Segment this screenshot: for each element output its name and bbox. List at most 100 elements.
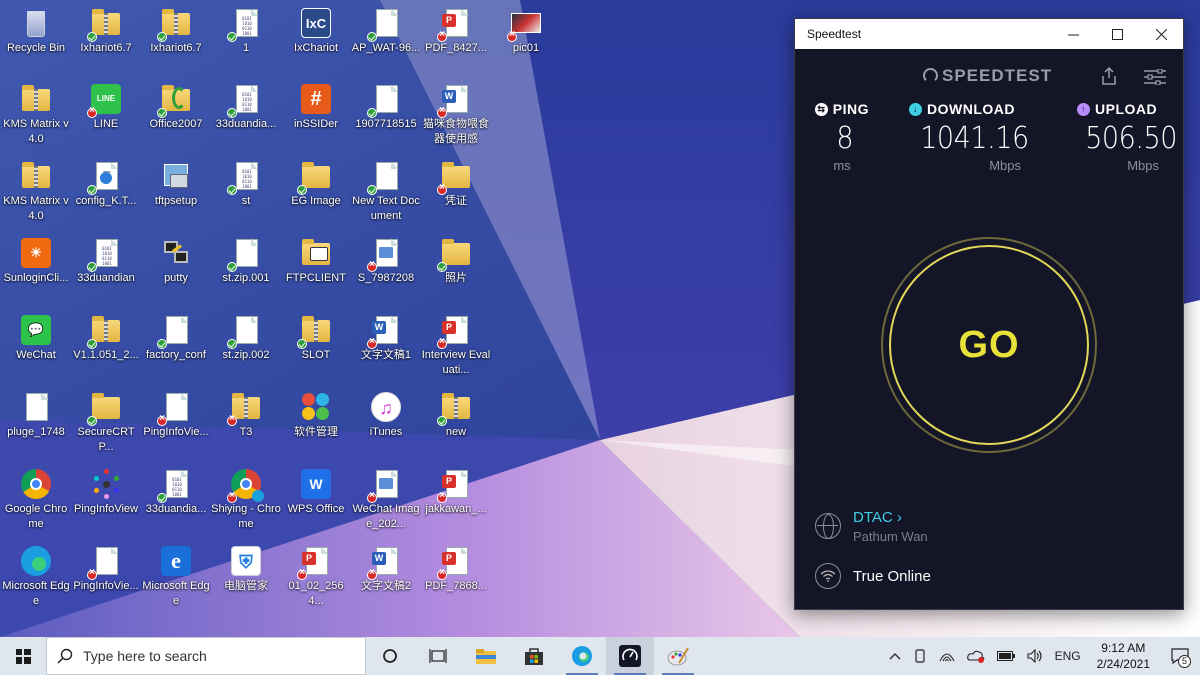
settings-icon[interactable]: [1144, 69, 1166, 85]
desktop-icon[interactable]: P01_02_2564...: [280, 543, 352, 617]
speedtest-window[interactable]: Speedtest SPEEDTEST ⇆ PING 8 ms ↓ DOWNLO…: [794, 18, 1184, 610]
desktop-icon[interactable]: putty: [140, 235, 212, 309]
desktop-icon[interactable]: AP_WAT-96...: [350, 5, 422, 79]
desktop-icon-label: putty: [164, 272, 188, 284]
desktop-icon[interactable]: PingInfoVie...: [140, 389, 212, 463]
desktop-icon[interactable]: Microsoft Edge: [0, 543, 72, 617]
desktop-icon[interactable]: 0101 1010 0110 1001 33duandia...: [210, 81, 282, 155]
desktop-icon[interactable]: PPDF_7868...: [420, 543, 492, 617]
tray-volume[interactable]: [1021, 637, 1049, 675]
task-view-button[interactable]: [414, 637, 462, 675]
desktop-icon[interactable]: 💬 WeChat: [0, 312, 72, 386]
desktop-icon[interactable]: SecureCRTP...: [70, 389, 142, 463]
go-ring-inner: GO: [889, 245, 1089, 445]
logo-text: SPEEDTEST: [942, 66, 1053, 85]
desktop-icon[interactable]: V1.1.051_2...: [70, 312, 142, 386]
go-button[interactable]: GO: [881, 237, 1097, 453]
desktop-icon[interactable]: Ixhariot6.7: [140, 5, 212, 79]
desktop-icon[interactable]: e Microsoft Edge: [140, 543, 212, 617]
desktop-icon[interactable]: Pjakkawan_...: [420, 466, 492, 540]
desktop-icon[interactable]: # inSSIDer: [280, 81, 352, 155]
desktop-icon[interactable]: PInterview Evaluati...: [420, 312, 492, 386]
desktop-icon[interactable]: Ixhariot6.7: [70, 5, 142, 79]
desktop-icon[interactable]: pluge_1748: [0, 389, 72, 463]
desktop-icon[interactable]: W猫咪食物喂食器使用感: [420, 81, 492, 155]
desktop-icon[interactable]: KMS Matrix v4.0: [0, 81, 72, 155]
share-icon[interactable]: [1101, 67, 1117, 85]
desktop-icon-label: PDF_7868...: [425, 580, 487, 592]
desktop-icon[interactable]: 1907718515: [350, 81, 422, 155]
desktop-icon[interactable]: 软件管理: [280, 389, 352, 463]
desktop-icon[interactable]: IxC IxChariot: [280, 5, 352, 79]
desktop-icon[interactable]: 凭证: [420, 158, 492, 232]
desktop-icon[interactable]: W WPS Office: [280, 466, 352, 540]
isp-name[interactable]: DTAC: [853, 509, 893, 526]
taskbar-paint[interactable]: [654, 637, 702, 675]
tray-battery[interactable]: [991, 637, 1021, 675]
title-bar[interactable]: Speedtest: [795, 19, 1183, 49]
folder-icon: [437, 237, 472, 272]
close-button[interactable]: [1139, 19, 1183, 49]
desktop-icon[interactable]: W文字文稿1: [350, 312, 422, 386]
tray-onedrive[interactable]: [961, 637, 991, 675]
desktop-icon[interactable]: ⛨ 电脑管家: [210, 543, 282, 617]
desktop-icon[interactable]: Recycle Bin: [0, 5, 72, 79]
desktop-icon[interactable]: st.zip.002: [210, 312, 282, 386]
desktop-icon[interactable]: ☀ SunloginCli...: [0, 235, 72, 309]
cortana-button[interactable]: [366, 637, 414, 675]
desktop-icon[interactable]: ≡≡≡≡≡≡config_K.T...: [70, 158, 142, 232]
desktop-icon[interactable]: LINELINE: [70, 81, 142, 155]
desktop-icon[interactable]: T3: [210, 389, 282, 463]
desktop-icon[interactable]: EG Image: [280, 158, 352, 232]
desktop-icon[interactable]: ♫ iTunes: [350, 389, 422, 463]
desktop-icon[interactable]: WeChat Image_202...: [350, 466, 422, 540]
start-button[interactable]: [0, 637, 46, 675]
desktop-icon[interactable]: st.zip.001: [210, 235, 282, 309]
show-hidden-icons-button[interactable]: [883, 637, 907, 675]
desktop-icon-label: 33duandia...: [145, 503, 207, 515]
page-icon: [227, 237, 262, 272]
taskbar-edge[interactable]: [558, 637, 606, 675]
desktop-icon[interactable]: PingInfoView: [70, 466, 142, 540]
taskbar-file-explorer[interactable]: [462, 637, 510, 675]
sync-ok-icon: [367, 185, 377, 195]
taskbar-search[interactable]: Type here to search: [46, 637, 366, 675]
desktop-icon[interactable]: SLOT: [280, 312, 352, 386]
sunlogin-icon: ☀: [20, 237, 52, 269]
desktop-icon[interactable]: New Text Document: [350, 158, 422, 232]
minimize-button[interactable]: [1051, 19, 1095, 49]
desktop-icon[interactable]: Office2007: [140, 81, 212, 155]
desktop-icon-label: New Text Document: [352, 195, 420, 222]
maximize-button[interactable]: [1095, 19, 1139, 49]
desktop-icon[interactable]: PingInfoVie...: [70, 543, 142, 617]
desktop-icon[interactable]: KMS Matrix v4.0: [0, 158, 72, 232]
desktop-icon[interactable]: factory_conf: [140, 312, 212, 386]
desktop-icon-label: SunloginCli...: [3, 272, 69, 284]
desktop-icon[interactable]: Shiying - Chrome: [210, 466, 282, 540]
isp-selector[interactable]: DTAC › Pathum Wan: [815, 509, 928, 544]
desktop-icon[interactable]: pic01: [490, 5, 562, 79]
windows-logo-icon: [15, 648, 31, 664]
desktop-icon[interactable]: PPDF_8427...: [420, 5, 492, 79]
taskbar-clock[interactable]: 9:12 AM 2/24/2021: [1087, 640, 1160, 672]
desktop-icon[interactable]: 0101 1010 0110 1001 1: [210, 5, 282, 79]
desktop-icon[interactable]: W文字文稿2: [350, 543, 422, 617]
desktop-icon[interactable]: 照片: [420, 235, 492, 309]
tray-meet-now[interactable]: [907, 637, 933, 675]
desktop-icon[interactable]: new: [420, 389, 492, 463]
desktop-icon[interactable]: S_7987208: [350, 235, 422, 309]
desktop-icon[interactable]: FTPCLIENT: [280, 235, 352, 309]
taskbar-store[interactable]: [510, 637, 558, 675]
desktop-icon[interactable]: 0101 1010 0110 1001 33duandia...: [140, 466, 212, 540]
desktop-icon[interactable]: Google Chrome: [0, 466, 72, 540]
desktop-icon-label: st.zip.002: [222, 349, 270, 361]
volume-icon: [1027, 649, 1042, 663]
tray-wifi[interactable]: [933, 637, 961, 675]
desktop-icon[interactable]: 0101 1010 0110 1001 33duandian: [70, 235, 142, 309]
cloud-icon: [966, 650, 984, 663]
taskbar-speedtest[interactable]: [606, 637, 654, 675]
desktop-icon[interactable]: 0101 1010 0110 1001st: [210, 158, 282, 232]
input-language[interactable]: ENG: [1049, 637, 1087, 675]
desktop-icon[interactable]: tftpsetup: [140, 158, 212, 232]
notification-center-button[interactable]: 5: [1160, 637, 1200, 675]
